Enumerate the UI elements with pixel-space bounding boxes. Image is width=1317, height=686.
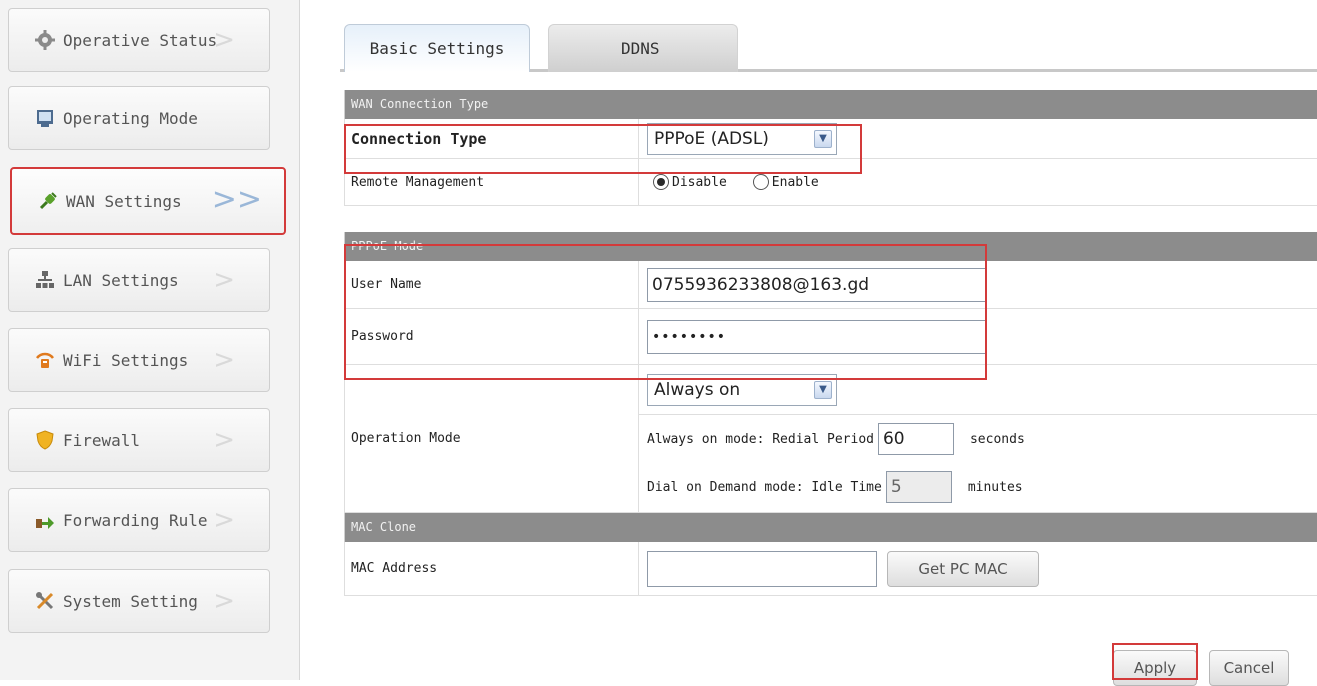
plug-icon — [38, 191, 58, 211]
sidebar-item-lan-settings[interactable]: LAN Settings > — [8, 248, 270, 312]
remote-enable-label: Enable — [771, 174, 819, 190]
connection-type-label: Connection Type — [345, 119, 639, 158]
chevron-right-icon: > — [213, 425, 235, 455]
sidebar-item-operating-mode[interactable]: Operating Mode — [8, 86, 270, 150]
idle-time-input[interactable]: 5 — [885, 471, 952, 503]
gear-icon — [35, 30, 55, 50]
sidebar-item-label: Firewall — [63, 430, 141, 450]
sidebar: Operative Status > Operating Mode WAN Se… — [0, 0, 300, 680]
remote-disable-radio[interactable] — [653, 174, 669, 190]
sidebar-item-label: Forwarding Rule — [63, 510, 208, 530]
idle-time-label: Dial on Demand mode: Idle Time — [647, 479, 882, 495]
chevron-right-icon: > — [213, 586, 235, 616]
get-pc-mac-button[interactable]: Get PC MAC — [887, 550, 1039, 587]
remote-disable-label: Disable — [672, 174, 727, 190]
sidebar-item-label: LAN Settings — [63, 270, 179, 290]
operation-mode-value: Always on — [654, 379, 741, 400]
operation-mode-options: Always on ▼ Always on mode: Redial Perio… — [639, 365, 1317, 512]
operation-mode-select[interactable]: Always on ▼ — [647, 373, 837, 406]
redial-period-input[interactable]: 60 — [877, 423, 954, 455]
sidebar-item-system-setting[interactable]: System Setting > — [8, 569, 270, 633]
sidebar-item-firewall[interactable]: Firewall > — [8, 408, 270, 472]
chevron-down-icon: ▼ — [814, 129, 832, 148]
operation-mode-row: Operation Mode Always on ▼ Always on mod… — [344, 365, 1317, 513]
sidebar-item-wifi-settings[interactable]: WiFi Settings > — [8, 328, 270, 392]
tools-icon — [35, 591, 55, 611]
connection-type-select[interactable]: PPPoE (ADSL) ▼ — [647, 122, 837, 155]
redial-period-label: Always on mode: Redial Period — [647, 431, 874, 447]
tab-ddns[interactable]: DDNS — [548, 24, 738, 72]
chevron-right-icon: > — [213, 505, 235, 535]
sidebar-item-label: WiFi Settings — [63, 350, 189, 370]
mac-clone-header: MAC Clone — [344, 513, 1317, 542]
connection-type-value: PPPoE (ADSL) — [654, 128, 769, 149]
shield-icon — [35, 430, 55, 450]
sidebar-item-label: WAN Settings — [66, 191, 182, 211]
username-row: User Name 0755936233808@163.gd — [344, 261, 1317, 309]
sidebar-item-forwarding-rule[interactable]: Forwarding Rule > — [8, 488, 270, 552]
mac-address-input[interactable] — [647, 550, 877, 587]
double-chevron-right-icon: >> — [211, 182, 262, 217]
username-input[interactable]: 0755936233808@163.gd — [647, 267, 987, 302]
monitor-icon — [35, 108, 55, 128]
redial-period-unit: seconds — [969, 431, 1025, 447]
sidebar-item-label: System Setting — [63, 591, 198, 611]
chevron-right-icon: > — [213, 345, 235, 375]
password-input[interactable]: •••••••• — [647, 319, 987, 354]
wifi-router-icon — [35, 350, 55, 370]
sidebar-item-operative-status[interactable]: Operative Status > — [8, 8, 270, 72]
remote-enable-radio[interactable] — [752, 174, 769, 190]
remote-management-row: Remote Management Disable Enable — [344, 159, 1317, 206]
username-label: User Name — [345, 261, 639, 308]
connection-type-row: Connection Type PPPoE (ADSL) ▼ — [344, 119, 1317, 159]
mac-address-row: MAC Address Get PC MAC — [344, 542, 1317, 596]
idle-time-unit: minutes — [967, 479, 1023, 495]
tab-basic-settings[interactable]: Basic Settings — [344, 24, 530, 72]
sidebar-item-label: Operating Mode — [63, 108, 198, 128]
wan-settings-form: WAN Connection Type Connection Type PPPo… — [344, 90, 1317, 596]
password-label: Password — [345, 309, 639, 364]
network-icon — [35, 270, 55, 290]
chevron-down-icon: ▼ — [814, 380, 832, 399]
password-row: Password •••••••• — [344, 309, 1317, 365]
sidebar-item-wan-settings[interactable]: WAN Settings >> — [10, 167, 286, 235]
forward-arrow-icon — [35, 510, 55, 530]
wan-connection-type-header: WAN Connection Type — [344, 90, 1317, 119]
chevron-right-icon: > — [213, 25, 235, 55]
apply-button[interactable]: Apply — [1113, 650, 1197, 686]
pppoe-mode-header: PPPoE Mode — [344, 232, 1317, 261]
mac-address-label: MAC Address — [345, 542, 639, 595]
tab-bar: Basic Settings DDNS — [340, 20, 1317, 72]
cancel-button[interactable]: Cancel — [1209, 650, 1289, 686]
sidebar-item-label: Operative Status — [63, 30, 218, 50]
remote-management-label: Remote Management — [345, 159, 639, 205]
operation-mode-label: Operation Mode — [345, 365, 639, 512]
chevron-right-icon: > — [213, 265, 235, 295]
